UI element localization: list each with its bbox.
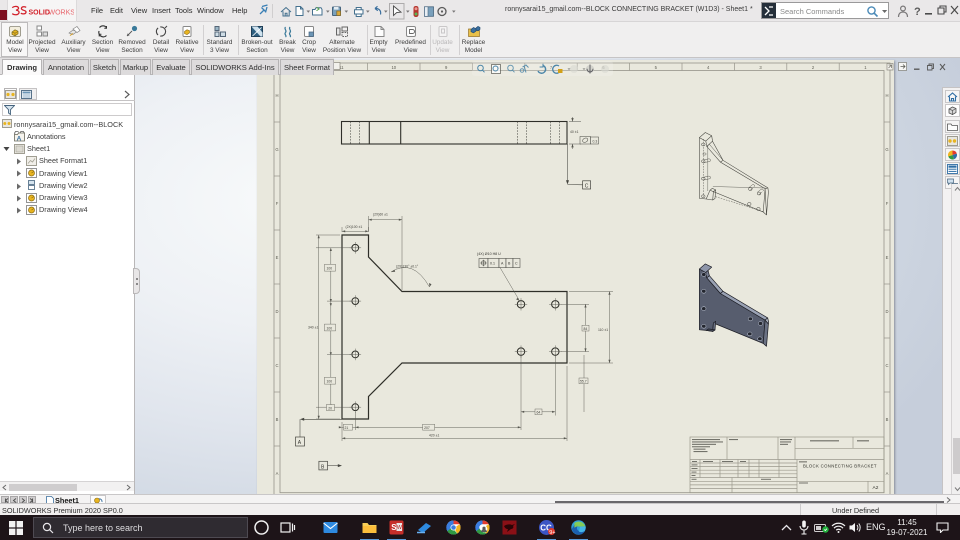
svg-text:B: B — [886, 417, 889, 422]
svg-text:WORKS: WORKS — [49, 10, 75, 17]
svg-text:4: 4 — [707, 65, 710, 70]
svg-text:F: F — [276, 201, 279, 206]
svg-text:G: G — [275, 147, 278, 152]
svg-text:BLOCK CONNECTING BRACKET: BLOCK CONNECTING BRACKET — [803, 464, 877, 469]
svg-text:D: D — [275, 309, 278, 314]
svg-text:C: C — [515, 262, 518, 266]
svg-text:W: W — [397, 525, 403, 531]
svg-text:?: ? — [914, 6, 921, 18]
svg-text:0.1: 0.1 — [490, 262, 495, 266]
svg-text:A: A — [276, 471, 279, 476]
svg-text:420 ±1: 420 ±1 — [429, 434, 439, 438]
svg-text:3: 3 — [759, 65, 762, 70]
svg-text:E: E — [886, 255, 889, 260]
svg-text:5: 5 — [655, 65, 658, 70]
svg-text:100: 100 — [327, 326, 333, 330]
svg-text:100: 100 — [327, 267, 333, 271]
svg-text:A: A — [886, 471, 889, 476]
svg-text:55.7: 55.7 — [580, 380, 587, 384]
svg-text:9+: 9+ — [549, 530, 555, 536]
svg-text:SOLID: SOLID — [29, 10, 50, 17]
svg-text:84: 84 — [584, 327, 588, 331]
svg-text:F: F — [886, 201, 889, 206]
svg-text:G: G — [885, 147, 888, 152]
svg-text:340 ±1: 340 ±1 — [308, 326, 318, 330]
svg-text:0.3: 0.3 — [593, 140, 598, 144]
svg-text:D: D — [885, 309, 888, 314]
svg-text:10: 10 — [391, 65, 396, 70]
svg-text:E: E — [276, 255, 279, 260]
svg-text:21: 21 — [345, 426, 349, 430]
svg-text:C: C — [885, 363, 888, 368]
svg-text:B: B — [276, 417, 279, 422]
svg-text:64: 64 — [537, 411, 541, 415]
svg-text:2: 2 — [812, 65, 815, 70]
svg-text:20: 20 — [328, 407, 332, 411]
svg-text:110 ±1: 110 ±1 — [598, 328, 608, 332]
svg-text:(2X)100 ±1: (2X)100 ±1 — [346, 225, 363, 229]
svg-text:(4X) Ø10 H8 U: (4X) Ø10 H8 U — [477, 252, 501, 256]
svg-text:(2X)60 ±1: (2X)60 ±1 — [373, 212, 388, 216]
svg-text:40 ±1: 40 ±1 — [570, 130, 579, 134]
svg-text:207: 207 — [424, 426, 430, 430]
svg-text:A2: A2 — [873, 485, 879, 491]
svg-text:C: C — [275, 363, 278, 368]
svg-text:H: H — [275, 93, 278, 98]
svg-text:9: 9 — [445, 65, 448, 70]
svg-text:A: A — [17, 135, 22, 142]
svg-text:1: 1 — [864, 65, 867, 70]
svg-text:C: C — [585, 183, 589, 189]
svg-text:100: 100 — [327, 380, 333, 384]
svg-text:H: H — [885, 93, 888, 98]
